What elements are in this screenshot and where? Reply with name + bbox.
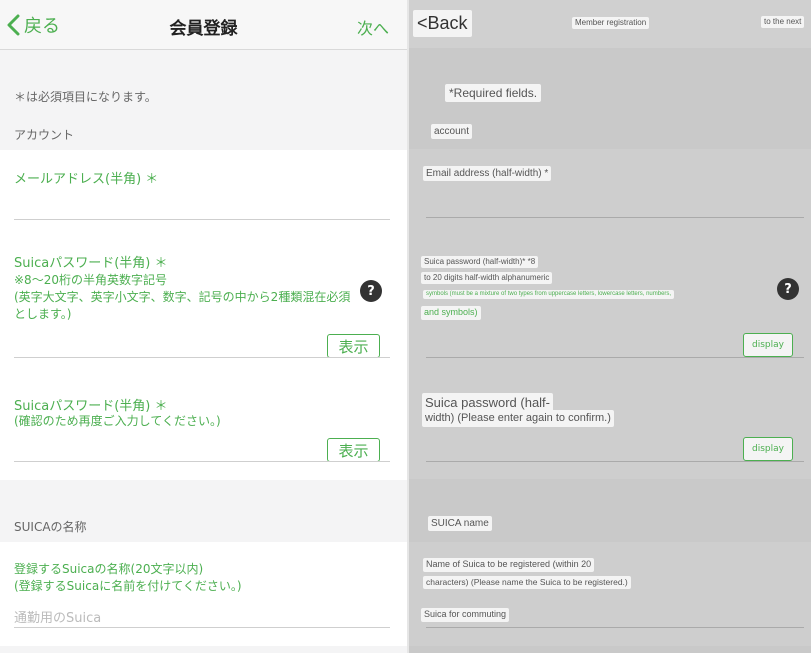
show-password-button-translated[interactable]: display xyxy=(743,333,793,357)
password-hint-2-translated: symbols (must be a mixture of two types … xyxy=(423,290,675,299)
suica-name-underline xyxy=(14,627,390,628)
password-hint-3: とします。) xyxy=(14,307,72,321)
page-title: 会員登録 xyxy=(169,19,238,39)
suica-section-header: SUICAの名称 xyxy=(14,520,87,534)
suica-name-hint-translated: characters) (Please name the Suica to be… xyxy=(423,576,631,589)
email-label-translated: Email address (half-width) * xyxy=(423,166,552,181)
account-form-block: メールアドレス(半角) ＊ Suicaパスワード(半角) ＊ ※8～20桁の半角… xyxy=(0,150,407,480)
page-title-translated: Member registration xyxy=(572,17,650,29)
email-input-translated[interactable] xyxy=(426,217,804,218)
suica-name-input[interactable]: 通勤用のSuica xyxy=(14,607,101,626)
back-button-translated[interactable]: <Back xyxy=(413,10,472,37)
confirm-password-hint-translated: width) (Please enter again to confirm.) xyxy=(422,410,614,427)
nav-bar: 戻る 会員登録 次へ xyxy=(0,0,407,50)
show-confirm-password-button[interactable]: 表示 xyxy=(327,438,380,462)
show-confirm-password-button-translated[interactable]: display xyxy=(743,437,793,461)
show-password-button[interactable]: 表示 xyxy=(327,334,380,358)
password-hint-1: ※8～20桁の半角英数字記号 xyxy=(14,273,167,287)
required-note: ＊は必須項目になります。 xyxy=(14,90,157,104)
original-screen: 戻る 会員登録 次へ ＊は必須項目になります。 アカウント メールアドレス(半角… xyxy=(0,0,407,653)
suica-name-underline-translated xyxy=(426,627,804,628)
suica-name-hint: (登録するSuicaに名前を付けてください。) xyxy=(14,579,242,593)
next-button[interactable]: 次へ xyxy=(357,15,389,39)
confirm-password-input-translated[interactable] xyxy=(426,461,804,462)
suica-name-input-translated[interactable]: Suica for commuting xyxy=(421,608,510,622)
suica-section-translated: SUICA name xyxy=(428,516,492,531)
confirm-password-input[interactable] xyxy=(14,461,390,462)
question-circle-icon-translated[interactable]: ? xyxy=(777,278,799,300)
password-input[interactable] xyxy=(14,357,390,358)
password-hint-2: (英字大文字、英字小文字、数字、記号の中から2種類混在必須 xyxy=(14,290,351,304)
account-section-header: アカウント xyxy=(14,128,75,142)
suica-form-block: 登録するSuicaの名称(20文字以内) (登録するSuicaに名前を付けてくだ… xyxy=(0,542,407,646)
confirm-password-hint: (確認のため再度ご入力してください。) xyxy=(14,414,221,428)
suica-name-label: 登録するSuicaの名称(20文字以内) xyxy=(14,562,204,576)
suica-name-label-translated: Name of Suica to be registered (within 2… xyxy=(423,558,595,572)
required-note-translated: *Required fields. xyxy=(445,84,542,102)
password-hint-3-translated: and symbols) xyxy=(421,306,481,320)
password-input-translated[interactable] xyxy=(426,357,804,358)
email-label: メールアドレス(半角) ＊ xyxy=(14,172,159,187)
question-circle-icon[interactable]: ? xyxy=(360,280,382,302)
password-label: Suicaパスワード(半角) ＊ xyxy=(14,256,168,271)
email-input[interactable] xyxy=(14,219,390,220)
password-label-translated: Suica password (half-width)* *8 xyxy=(421,256,539,268)
translated-screen: <Back Member registration to the next *R… xyxy=(409,0,811,653)
next-button-translated[interactable]: to the next xyxy=(761,16,805,28)
password-hint-1-translated: to 20 digits half-width alphanumeric xyxy=(421,272,553,284)
account-section-translated: account xyxy=(431,124,473,139)
